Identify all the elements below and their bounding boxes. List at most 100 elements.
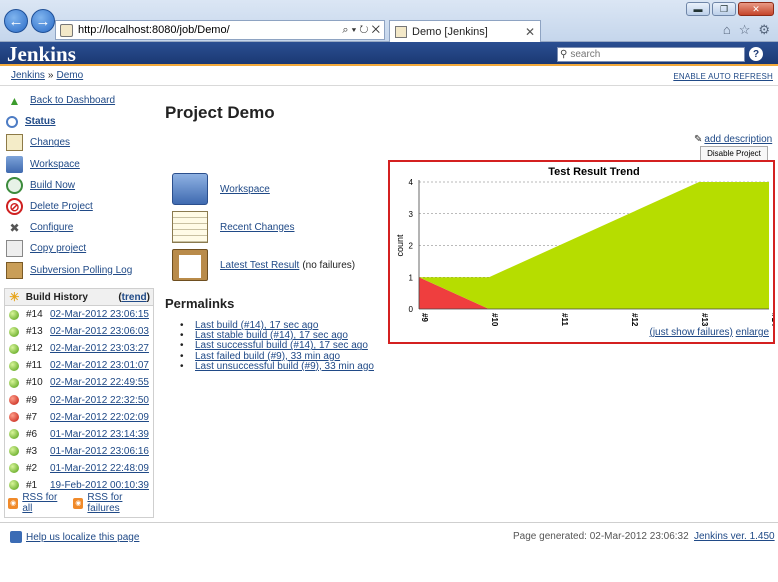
build-history-title: Build History [25, 291, 88, 303]
rss-all-link[interactable]: RSS for all [22, 492, 67, 514]
build-history-row[interactable]: #9 02-Mar-2012 22:32:50 [5, 391, 153, 408]
window-controls: ▬ ❐ ✕ [686, 2, 774, 16]
build-status-ball-icon [9, 309, 19, 320]
main-link-label[interactable]: Recent Changes [220, 222, 295, 233]
sidebar-item-changes[interactable]: Changes [6, 132, 156, 153]
build-history-row[interactable]: #12 02-Mar-2012 23:03:27 [5, 340, 153, 357]
jenkins-version-link[interactable]: Jenkins ver. 1.450 [694, 531, 775, 542]
settings-gear-icon[interactable]: ⚙ [758, 22, 770, 38]
build-status-ball-icon [9, 377, 19, 388]
trend-link[interactable]: trend [122, 292, 147, 303]
build-date-link[interactable]: 02-Mar-2012 23:06:03 [50, 326, 149, 337]
sidebar-item-label[interactable]: Subversion Polling Log [30, 265, 132, 276]
build-number: #3 [26, 445, 38, 457]
sidebar-item-label[interactable]: Delete Project [30, 201, 93, 212]
sidebar-item-build-now[interactable]: Build Now [6, 175, 156, 196]
build-date-link[interactable]: 19-Feb-2012 00:10:39 [50, 480, 149, 491]
build-history-rss: ◉ RSS for all ◉ RSS for failures [5, 492, 153, 514]
breadcrumb-jenkins[interactable]: Jenkins [11, 70, 45, 81]
x-tick-label: #11 [560, 313, 569, 326]
address-url[interactable]: http://localhost:8080/job/Demo/ [78, 24, 342, 36]
build-date-link[interactable]: 02-Mar-2012 22:32:50 [50, 395, 149, 406]
build-date-link[interactable]: 02-Mar-2012 23:01:07 [50, 360, 149, 371]
sidebar-item-delete-project[interactable]: ⊘ Delete Project [6, 196, 156, 217]
y-tick-label: 1 [409, 273, 414, 282]
sidebar-item-status[interactable]: Status [6, 111, 156, 132]
build-history-row[interactable]: #7 02-Mar-2012 22:02:09 [5, 409, 153, 426]
build-history-row[interactable]: #2 01-Mar-2012 22:48:09 [5, 460, 153, 477]
sidebar-item-configure[interactable]: ✖ Configure [6, 217, 156, 238]
window-close-icon[interactable]: ✕ [738, 2, 774, 16]
build-history-row[interactable]: #10 02-Mar-2012 22:49:55 [5, 374, 153, 391]
chart-links: (just show failures) enlarge [650, 327, 770, 338]
build-date-link[interactable]: 02-Mar-2012 23:03:27 [50, 343, 149, 354]
build-history-row[interactable]: #11 02-Mar-2012 23:01:07 [5, 357, 153, 374]
minimize-icon[interactable]: ▬ [686, 2, 710, 16]
browser-tab[interactable]: Demo [Jenkins] ✕ [389, 20, 541, 42]
enable-auto-refresh-link[interactable]: ENABLE AUTO REFRESH [673, 72, 773, 81]
build-date-link[interactable]: 02-Mar-2012 22:49:55 [50, 377, 149, 388]
address-bar[interactable]: http://localhost:8080/job/Demo/ ⌕ ▾ ↻ ✕ [55, 20, 385, 40]
localize-help[interactable]: Help us localize this page [10, 531, 139, 543]
build-history-row[interactable]: #14 02-Mar-2012 23:06:15 [5, 306, 153, 323]
chart-title: Test Result Trend [548, 166, 639, 178]
sidebar-item-back-to-dashboard[interactable]: ▲ Back to Dashboard [6, 90, 156, 111]
build-number: #14 [26, 309, 43, 321]
main-link-workspace[interactable]: Workspace [172, 170, 355, 208]
y-tick-label: 2 [409, 242, 414, 251]
search-input[interactable] [570, 48, 744, 61]
breadcrumb-demo[interactable]: Demo [56, 70, 83, 81]
sidebar-item-label[interactable]: Changes [30, 137, 70, 148]
main-link-label[interactable]: Workspace [220, 184, 270, 195]
permalink-link[interactable]: Last unsuccessful build (#9), 33 min ago [195, 361, 374, 372]
sidebar-item-label[interactable]: Build Now [30, 180, 75, 191]
jenkins-logo[interactable]: Jenkins [7, 42, 76, 66]
build-date-link[interactable]: 01-Mar-2012 23:06:16 [50, 446, 149, 457]
build-history-row[interactable]: #3 01-Mar-2012 23:06:16 [5, 443, 153, 460]
footer-divider [0, 522, 778, 523]
main-links: Workspace Recent Changes Latest Test Res… [172, 170, 355, 284]
home-icon[interactable]: ⌂ [723, 22, 731, 38]
add-description-link[interactable]: add description [704, 134, 772, 145]
add-description[interactable]: ✎ add description [694, 134, 772, 145]
build-date-link[interactable]: 02-Mar-2012 22:02:09 [50, 412, 149, 423]
build-history-row[interactable]: #13 02-Mar-2012 23:06:03 [5, 323, 153, 340]
search-box[interactable]: ⚲ [557, 47, 745, 62]
main-link-recent-changes[interactable]: Recent Changes [172, 208, 355, 246]
build-status-ball-icon [9, 326, 19, 337]
build-date-link[interactable]: 02-Mar-2012 23:06:15 [50, 309, 149, 320]
sidebar-item-label[interactable]: Configure [30, 222, 73, 233]
disable-project-button[interactable]: Disable Project [700, 146, 768, 161]
restore-icon[interactable]: ❐ [712, 2, 736, 16]
tab-close-icon[interactable]: ✕ [525, 25, 535, 39]
main-link-latest-test-result[interactable]: Latest Test Result (no failures) [172, 246, 355, 284]
address-tools-icon[interactable]: ⌕ ▾ ↻ ✕ [342, 24, 384, 37]
build-date-link[interactable]: 01-Mar-2012 22:48:09 [50, 463, 149, 474]
sidebar-item-workspace[interactable]: Workspace [6, 154, 156, 175]
test-result-trend-chart[interactable]: Test Result Trend 0 1 2 3 4 count #9 #10 #11 #12 #1… [388, 160, 775, 344]
main-link-label[interactable]: Latest Test Result [220, 260, 299, 271]
sidebar-item-label[interactable]: Copy project [30, 243, 86, 254]
sidebar-item-copy-project[interactable]: Copy project [6, 238, 156, 259]
help-icon[interactable]: ? [749, 47, 763, 61]
sidebar-item-label[interactable]: Back to Dashboard [30, 95, 115, 106]
build-history-header: ☀ Build History (trend) [5, 289, 153, 306]
big-folder-icon [172, 173, 208, 205]
build-date-link[interactable]: 01-Mar-2012 23:14:39 [50, 429, 149, 440]
sidebar-item-label[interactable]: Workspace [30, 159, 80, 170]
build-history-panel: ☀ Build History (trend) #14 02-Mar-2012 2… [4, 288, 154, 518]
just-show-failures-link[interactable]: (just show failures) [650, 327, 733, 338]
sidebar-item-subversion-polling-log[interactable]: Subversion Polling Log [6, 260, 156, 281]
forward-arrow-icon[interactable]: → [31, 9, 55, 33]
build-history-row[interactable]: #6 01-Mar-2012 23:14:39 [5, 426, 153, 443]
build-number: #10 [26, 377, 43, 389]
sidebar-item-label[interactable]: Status [25, 116, 56, 127]
localize-link[interactable]: Help us localize this page [26, 532, 139, 543]
back-arrow-icon[interactable]: ← [4, 9, 28, 33]
enlarge-link[interactable]: enlarge [736, 327, 769, 338]
rss-failures-link[interactable]: RSS for failures [87, 492, 153, 514]
favorites-star-icon[interactable]: ☆ [739, 22, 751, 38]
x-tick-label: #9 [420, 313, 429, 322]
build-number: #7 [26, 411, 38, 423]
build-status-ball-icon [9, 429, 19, 440]
